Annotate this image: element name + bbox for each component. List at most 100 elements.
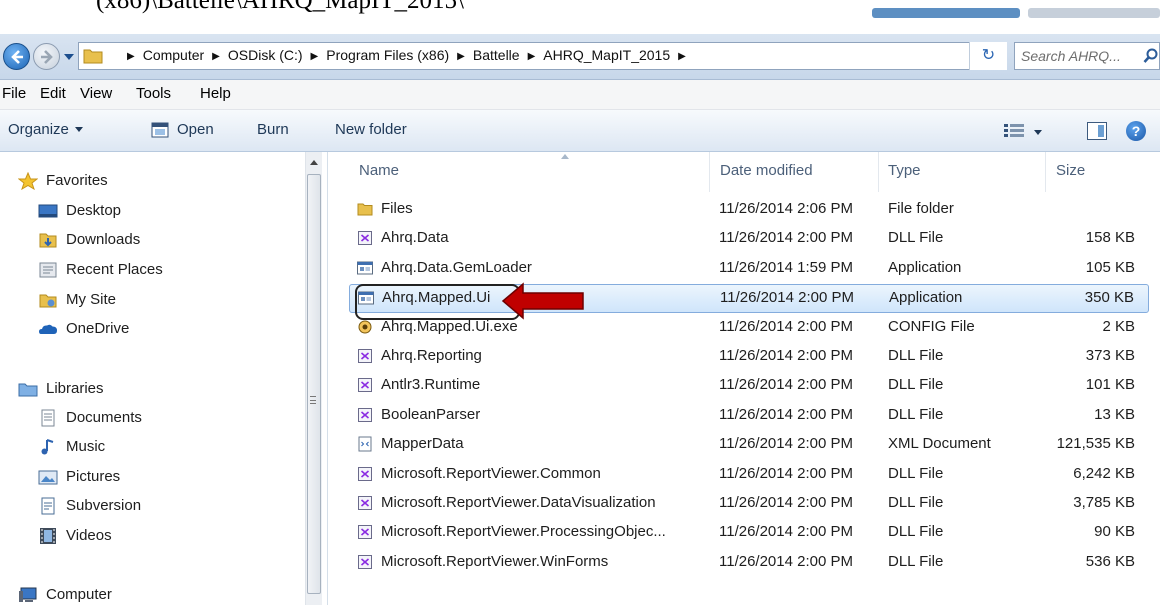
scrollbar-thumb[interactable] bbox=[307, 174, 321, 594]
window-controls-fragment bbox=[1028, 8, 1160, 18]
file-row[interactable]: Antlr3.Runtime 11/26/2014 2:00 PM DLL File… bbox=[349, 372, 1149, 401]
column-size-header[interactable]: Size bbox=[1046, 152, 1149, 192]
document-path-caption: (x86)\Battelle\AHRQ_MapIT_2015\ bbox=[0, 0, 1160, 34]
file-date-modified: 11/26/2014 2:00 PM bbox=[719, 464, 853, 482]
pictures-icon bbox=[38, 470, 58, 485]
videos-filmstrip-icon bbox=[40, 528, 56, 544]
view-options-dropdown[interactable] bbox=[1034, 130, 1042, 135]
organize-label: Organize bbox=[8, 121, 69, 138]
breadcrumb: ▶ Computer ▶ OSDisk (C:) ▶ Program Files (x86… bbox=[119, 47, 694, 63]
search-box[interactable] bbox=[1014, 42, 1160, 70]
nav-recent-places-label: Recent Places bbox=[66, 261, 163, 278]
file-row[interactable]: Ahrq.Data.GemLoader 11/26/2014 1:59 PM App… bbox=[349, 255, 1149, 284]
file-row[interactable]: Microsoft.ReportViewer.WinForms 11/26/201… bbox=[349, 549, 1149, 578]
dll-icon bbox=[358, 378, 372, 393]
file-date-modified: 11/26/2014 2:00 PM bbox=[719, 435, 853, 453]
dll-icon bbox=[358, 554, 372, 569]
open-button[interactable]: Open bbox=[177, 121, 214, 138]
nav-computer-label: Computer bbox=[46, 586, 112, 603]
menu-help[interactable]: Help bbox=[200, 85, 231, 102]
file-size: 121,535 KB bbox=[1056, 435, 1135, 453]
file-row[interactable]: Ahrq.Data 11/26/2014 2:00 PM DLL File 158 K… bbox=[349, 225, 1149, 254]
file-type: DLL File bbox=[888, 464, 944, 482]
breadcrumb-battelle[interactable]: Battelle bbox=[473, 47, 520, 63]
back-arrow-icon bbox=[11, 50, 23, 64]
nav-scrollbar[interactable] bbox=[305, 152, 322, 605]
file-size: 105 KB bbox=[1085, 258, 1135, 276]
column-type-header[interactable]: Type bbox=[879, 152, 1045, 192]
file-type: XML Document bbox=[888, 435, 991, 453]
file-date-modified: 11/26/2014 2:00 PM bbox=[719, 347, 853, 364]
file-name: Ahrq.Data.GemLoader bbox=[381, 258, 532, 276]
dll-icon bbox=[358, 407, 372, 422]
file-row[interactable]: Files 11/26/2014 2:06 PM File folder bbox=[349, 196, 1149, 225]
file-name: Ahrq.Mapped.Ui.exe bbox=[381, 317, 518, 335]
downloads-icon bbox=[39, 233, 57, 248]
breadcrumb-ahrq-mapit[interactable]: AHRQ_MapIT_2015 bbox=[543, 47, 670, 63]
refresh-button[interactable]: ↻ bbox=[969, 42, 1007, 70]
address-box[interactable]: ▶ Computer ▶ OSDisk (C:) ▶ Program Files (x86… bbox=[78, 42, 1039, 70]
file-name: Microsoft.ReportViewer.WinForms bbox=[381, 552, 609, 570]
file-row[interactable]: Microsoft.ReportViewer.Common 11/26/2014 … bbox=[349, 461, 1149, 490]
file-row[interactable]: MapperData 11/26/2014 2:00 PM XML Document… bbox=[349, 431, 1149, 460]
forward-button[interactable] bbox=[33, 43, 60, 70]
recent-places-icon bbox=[39, 262, 57, 278]
nav-documents-label: Documents bbox=[66, 409, 142, 426]
breadcrumb-osdisk[interactable]: OSDisk (C:) bbox=[228, 47, 303, 63]
dll-icon bbox=[358, 466, 372, 481]
my-site-icon bbox=[39, 294, 57, 308]
scroll-up-arrow-icon[interactable] bbox=[310, 160, 318, 165]
file-row[interactable]: BooleanParser 11/26/2014 2:00 PM DLL File 1… bbox=[349, 402, 1149, 431]
onedrive-cloud-icon bbox=[39, 324, 57, 334]
open-icon[interactable] bbox=[151, 121, 169, 139]
file-size: 101 KB bbox=[1085, 376, 1135, 394]
file-size: 3,785 KB bbox=[1073, 494, 1135, 511]
column-date-header[interactable]: Date modified bbox=[710, 152, 878, 192]
file-row[interactable]: Ahrq.Reporting 11/26/2014 2:00 PM DLL File… bbox=[349, 343, 1149, 372]
nav-my-site-label: My Site bbox=[66, 291, 117, 308]
breadcrumb-computer[interactable]: Computer bbox=[143, 47, 204, 63]
music-note-icon bbox=[41, 439, 54, 455]
menu-view[interactable]: View bbox=[80, 85, 112, 102]
desktop-icon bbox=[38, 204, 58, 218]
file-name: Microsoft.ReportViewer.ProcessingObjec..… bbox=[381, 523, 666, 541]
file-size: 13 KB bbox=[1094, 405, 1135, 423]
file-date-modified: 11/26/2014 2:00 PM bbox=[719, 229, 853, 247]
breadcrumb-separator-icon[interactable]: ▶ bbox=[678, 51, 686, 62]
search-input[interactable] bbox=[1021, 48, 1133, 64]
file-type: DLL File bbox=[888, 523, 944, 541]
breadcrumb-separator-icon[interactable]: ▶ bbox=[528, 51, 536, 62]
file-row[interactable]: Microsoft.ReportViewer.ProcessingObjec..… bbox=[349, 519, 1149, 548]
file-date-modified: 11/26/2014 2:00 PM bbox=[719, 552, 853, 570]
menu-file[interactable]: File bbox=[2, 85, 26, 102]
file-size: 350 KB bbox=[1084, 289, 1134, 307]
breadcrumb-program-files[interactable]: Program Files (x86) bbox=[326, 47, 449, 63]
menu-tools[interactable]: Tools bbox=[136, 85, 171, 102]
organize-button[interactable]: Organize bbox=[8, 121, 83, 138]
path-caption-text: (x86)\Battelle\AHRQ_MapIT_2015\ bbox=[96, 0, 464, 14]
file-name: MapperData bbox=[381, 435, 464, 453]
change-view-icon[interactable] bbox=[1004, 124, 1026, 138]
file-type: Application bbox=[888, 258, 962, 276]
nav-pictures-label: Pictures bbox=[66, 468, 121, 485]
breadcrumb-separator-icon[interactable]: ▶ bbox=[457, 51, 465, 62]
navigation-pane: Favorites Desktop Downloads Recent Place… bbox=[0, 152, 328, 605]
new-folder-button[interactable]: New folder bbox=[335, 121, 407, 138]
file-name: Files bbox=[381, 200, 413, 217]
burn-button[interactable]: Burn bbox=[257, 121, 289, 138]
recent-pages-dropdown[interactable] bbox=[64, 54, 74, 60]
file-list-pane: Name Date modified Type Size Files 11/26/… bbox=[329, 152, 1160, 605]
file-row[interactable]: Microsoft.ReportViewer.DataVisualization… bbox=[349, 490, 1149, 519]
menu-edit[interactable]: Edit bbox=[40, 85, 66, 102]
search-icon[interactable] bbox=[1143, 48, 1159, 64]
back-button[interactable] bbox=[3, 43, 30, 70]
breadcrumb-separator-icon[interactable]: ▶ bbox=[127, 51, 135, 62]
help-icon[interactable]: ? bbox=[1126, 121, 1146, 141]
breadcrumb-separator-icon[interactable]: ▶ bbox=[212, 51, 220, 62]
file-date-modified: 11/26/2014 2:00 PM bbox=[719, 376, 853, 394]
application-icon bbox=[357, 261, 373, 275]
column-name-header[interactable]: Name bbox=[349, 152, 709, 192]
preview-pane-icon[interactable] bbox=[1087, 122, 1107, 140]
breadcrumb-separator-icon[interactable]: ▶ bbox=[311, 51, 319, 62]
libraries-icon bbox=[18, 383, 38, 397]
